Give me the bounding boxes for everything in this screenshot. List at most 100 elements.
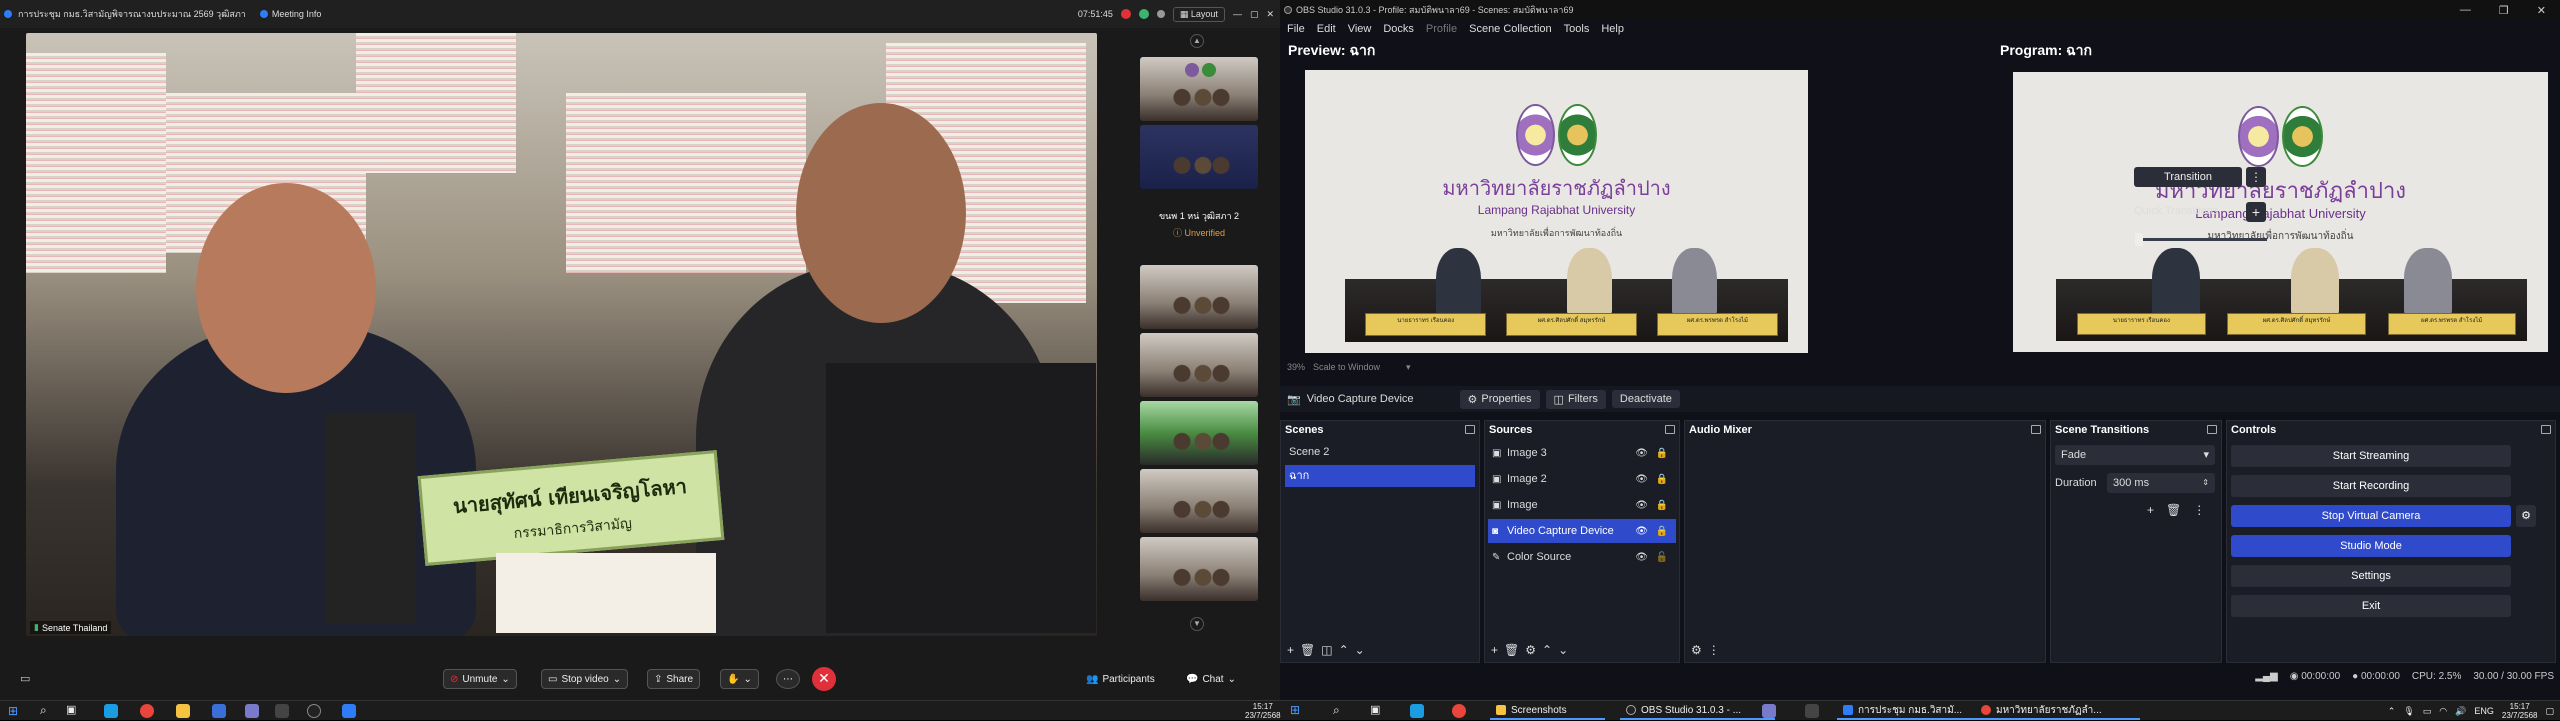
taskbar-app-chrome[interactable]: มหาวิทยาลัยราชภัฏลำ...	[1975, 702, 2140, 720]
participant-thumbnail[interactable]	[1140, 265, 1258, 329]
preview-canvas[interactable]: มหาวิทยาลัยราชภัฏลำปาง Lampang Rajabhat …	[1305, 70, 1808, 353]
start-streaming-button[interactable]: Start Streaming	[2231, 445, 2511, 467]
lock-icon[interactable]: 🔒	[1656, 448, 1668, 459]
participants-button[interactable]: 👥 Participants	[1080, 669, 1161, 689]
maximize-icon[interactable]: ❐	[2499, 4, 2509, 17]
studio-mode-button[interactable]: Studio Mode	[2231, 535, 2511, 557]
participant-thumbnail[interactable]: ขนพ 1 หน่ วุฒิสภา 2 ⓘ Unverified	[1140, 193, 1258, 257]
unmute-button[interactable]: ⊘ Unmute ⌄	[443, 669, 517, 689]
undock-icon[interactable]	[2541, 425, 2551, 434]
more-button[interactable]: ⋯	[776, 669, 800, 689]
app-icon[interactable]	[275, 704, 289, 718]
close-icon[interactable]: ✕	[1266, 9, 1274, 20]
menu-tools[interactable]: Tools	[1564, 23, 1590, 35]
edge-icon[interactable]	[1410, 704, 1424, 718]
search-icon[interactable]: ⌕	[40, 703, 47, 718]
menu-scene-collection[interactable]: Scene Collection	[1469, 23, 1552, 35]
source-item[interactable]: ✎ Color Source 👁 🔓	[1488, 545, 1676, 569]
scroll-down-icon[interactable]: ▼	[1190, 617, 1204, 631]
menu-help[interactable]: Help	[1601, 23, 1624, 35]
wifi-icon[interactable]: ◠	[2439, 706, 2447, 717]
undock-icon[interactable]	[2207, 425, 2217, 434]
active-speaker-video[interactable]: นายสุทัศน์ เทียนเจริญโลหา กรรมาธิการวิสา…	[26, 33, 1097, 636]
app-icon[interactable]	[1762, 704, 1776, 718]
start-recording-button[interactable]: Start Recording	[2231, 475, 2511, 497]
stepper-icon[interactable]: ⇕	[2202, 473, 2209, 493]
virtual-camera-settings-button[interactable]: ⚙	[2516, 505, 2536, 527]
trash-icon[interactable]: 🗑	[2166, 503, 2181, 517]
captions-icon[interactable]: ▭	[20, 672, 30, 685]
volume-icon[interactable]: 🔊	[2455, 706, 2466, 717]
chat-button[interactable]: 💬 Chat ⌄	[1180, 669, 1242, 689]
trash-icon[interactable]: 🗑	[1300, 643, 1315, 657]
lock-icon[interactable]: 🔒	[1656, 526, 1668, 537]
zoom-icon[interactable]	[342, 704, 356, 718]
participant-thumbnail[interactable]	[1140, 537, 1258, 601]
taskbar-clock[interactable]: 15:17 23/7/2568	[2502, 702, 2538, 720]
taskbar-app-zoom[interactable]: การประชุม กมธ.วิสามั...	[1837, 702, 1977, 720]
stop-video-button[interactable]: ▭ Stop video ⌄	[541, 669, 629, 689]
move-down-icon[interactable]: ⌄	[1558, 643, 1568, 657]
menu-edit[interactable]: Edit	[1317, 23, 1336, 35]
undock-icon[interactable]	[1665, 425, 1675, 434]
taskbar-app-obs[interactable]: OBS Studio 31.0.3 - ...	[1620, 702, 1775, 720]
share-button[interactable]: ⇪ Share	[647, 669, 701, 689]
add-icon[interactable]: +	[1287, 643, 1294, 657]
chevron-down-icon[interactable]: ▾	[1406, 362, 1411, 373]
windows-start-icon[interactable]: ⊞	[1290, 703, 1300, 717]
menu-file[interactable]: File	[1287, 23, 1305, 35]
lock-icon[interactable]: 🔒	[1656, 474, 1668, 485]
source-item[interactable]: ▣ Image 👁 🔒	[1488, 493, 1676, 517]
participant-thumbnail[interactable]	[1140, 57, 1258, 121]
scale-mode-select[interactable]: Scale to Window	[1313, 362, 1380, 373]
duration-field[interactable]: 300 ms ⇕	[2107, 473, 2215, 493]
filters-button[interactable]: ◫ Filters	[1545, 389, 1606, 409]
end-call-button[interactable]: ✕	[812, 667, 836, 691]
obs-icon[interactable]	[307, 704, 321, 718]
mic-icon[interactable]: 🎙	[2403, 706, 2414, 717]
app-icon[interactable]	[245, 704, 259, 718]
transition-menu-button[interactable]: ⋮	[2246, 167, 2266, 187]
chrome-icon[interactable]	[140, 704, 154, 718]
exit-button[interactable]: Exit	[2231, 595, 2511, 617]
menu-profile[interactable]: Profile	[1426, 23, 1457, 35]
move-down-icon[interactable]: ⌄	[1355, 643, 1365, 657]
layout-button[interactable]: ▦ Layout	[1172, 6, 1225, 22]
move-up-icon[interactable]: ⌃	[1542, 643, 1552, 657]
taskbar-app-screenshots[interactable]: Screenshots	[1490, 702, 1605, 720]
source-item[interactable]: ▣ Image 3 👁 🔒	[1488, 441, 1676, 465]
minimize-icon[interactable]: —	[1233, 9, 1242, 19]
undock-icon[interactable]	[2031, 425, 2041, 434]
undock-icon[interactable]	[1465, 425, 1475, 434]
close-icon[interactable]: ✕	[2537, 4, 2546, 17]
eye-icon[interactable]: 👁	[1635, 552, 1648, 563]
menu-view[interactable]: View	[1348, 23, 1372, 35]
edge-icon[interactable]	[104, 704, 118, 718]
properties-button[interactable]: ⚙ Properties	[1459, 389, 1540, 409]
eye-icon[interactable]: 👁	[1635, 448, 1648, 459]
move-up-icon[interactable]: ⌃	[1339, 643, 1349, 657]
transition-button[interactable]: Transition	[2134, 167, 2242, 187]
source-item-selected[interactable]: ◙ Video Capture Device 👁 🔒	[1488, 519, 1676, 543]
app-icon[interactable]	[1805, 704, 1819, 718]
stop-virtual-camera-button[interactable]: Stop Virtual Camera	[2231, 505, 2511, 527]
scene-item-selected[interactable]: ฉาก	[1285, 465, 1475, 487]
scene-item[interactable]: Scene 2	[1285, 441, 1475, 463]
maximize-icon[interactable]: ▢	[1250, 9, 1259, 20]
file-explorer-icon[interactable]	[176, 704, 190, 718]
transition-type-select[interactable]: Fade ▾	[2055, 445, 2215, 465]
language-indicator[interactable]: ENG	[2474, 706, 2494, 716]
minimize-icon[interactable]: —	[2460, 4, 2471, 16]
search-icon[interactable]: ⌕	[1333, 703, 1340, 718]
lock-icon[interactable]: 🔒	[1656, 500, 1668, 511]
more-vertical-icon[interactable]: ⋮	[1708, 643, 1720, 657]
notification-icon[interactable]: ▢	[2545, 706, 2554, 717]
gear-icon[interactable]: ⚙	[1691, 643, 1702, 657]
add-quick-transition-button[interactable]: +	[2246, 202, 2266, 222]
app-icon[interactable]	[212, 704, 226, 718]
add-icon[interactable]: +	[2147, 503, 2154, 517]
task-view-icon[interactable]: ▣	[66, 703, 76, 716]
battery-icon[interactable]: ▭	[2423, 706, 2432, 717]
meeting-info-button[interactable]: Meeting Info	[259, 9, 321, 19]
add-icon[interactable]: +	[1491, 643, 1498, 657]
